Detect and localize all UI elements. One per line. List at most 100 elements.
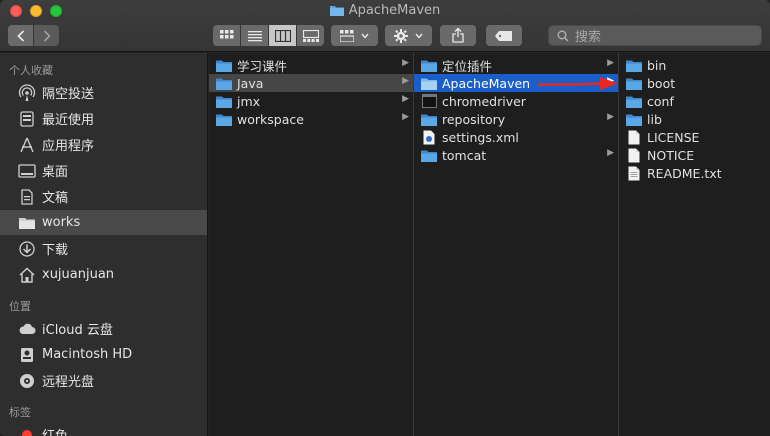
share-icon	[452, 28, 464, 43]
tag-button[interactable]	[486, 25, 522, 46]
sidebar-item-documents[interactable]: 文稿	[0, 184, 207, 209]
item-name: settings.xml	[442, 129, 519, 145]
sidebar-item-label: 隔空投送	[42, 87, 95, 102]
disclosure-arrow-icon: ▶	[607, 58, 614, 68]
sidebar-item-home[interactable]: xujuanjuan	[0, 262, 207, 287]
documents-icon	[18, 188, 36, 206]
item-name: LICENSE	[647, 129, 700, 145]
item-name: ApacheMaven	[442, 75, 531, 91]
item-name: workspace	[237, 111, 304, 127]
optical-disc-icon	[18, 372, 36, 390]
item-name: 定位插件	[442, 58, 493, 74]
sidebar-section-locations: 位置	[9, 300, 31, 313]
window-title-area: ApacheMaven	[0, 3, 770, 20]
folder-icon	[329, 4, 344, 20]
chevron-down-icon	[415, 33, 423, 39]
list-item[interactable]: settings.xml	[414, 128, 618, 146]
folder-icon	[626, 112, 642, 126]
list-item[interactable]: repository ▶	[414, 110, 618, 128]
sidebar-item-downloads[interactable]: 下载	[0, 236, 207, 261]
folder-icon	[216, 94, 232, 108]
gallery-view-button[interactable]	[297, 25, 324, 46]
document-icon	[626, 130, 642, 144]
column-view-button[interactable]	[269, 25, 296, 46]
sidebar-item-label: 红色	[42, 425, 68, 436]
list-item[interactable]: LICENSE	[619, 128, 770, 146]
applications-icon	[18, 136, 36, 154]
sidebar: 个人收藏 隔空投送 最近使用 应用程序 桌面 文稿 works 下载 xujua…	[0, 53, 208, 436]
group-by-button[interactable]	[331, 25, 378, 46]
window-title: ApacheMaven	[348, 3, 441, 18]
sidebar-item-label: 远程光盘	[42, 375, 95, 390]
sidebar-item-desktop[interactable]: 桌面	[0, 158, 207, 183]
executable-icon	[421, 94, 437, 108]
sidebar-section-tags: 标签	[9, 406, 31, 419]
disclosure-arrow-icon: ▶	[607, 112, 614, 122]
grid-icon	[219, 29, 233, 38]
gear-icon	[394, 28, 408, 43]
sidebar-item-airdrop[interactable]: 隔空投送	[0, 80, 207, 105]
home-icon	[18, 266, 36, 284]
sidebar-item-recents[interactable]: 最近使用	[0, 106, 207, 131]
list-item[interactable]: workspace ▶	[209, 110, 413, 128]
forward-button[interactable]	[34, 25, 59, 46]
sidebar-section-favorites: 个人收藏	[9, 64, 53, 77]
list-item[interactable]: lib	[619, 110, 770, 128]
share-button[interactable]	[440, 25, 476, 46]
list-item[interactable]: Java ▶	[209, 74, 413, 92]
icloud-icon	[18, 320, 36, 338]
folder-icon	[18, 214, 36, 232]
list-item[interactable]: 学习课件 ▶	[209, 56, 413, 74]
item-name: boot	[647, 75, 676, 91]
list-item[interactable]: 定位插件 ▶	[414, 56, 618, 74]
view-mode-buttons	[213, 25, 324, 46]
item-name: tomcat	[442, 147, 487, 163]
chevron-left-icon	[16, 29, 24, 42]
search-placeholder: 搜索	[575, 30, 602, 45]
disclosure-arrow-icon: ▶	[402, 94, 409, 104]
sidebar-item-macintosh-hd[interactable]: Macintosh HD	[0, 342, 207, 367]
item-name: conf	[647, 93, 674, 109]
list-item[interactable]: NOTICE	[619, 146, 770, 164]
search-icon	[557, 30, 569, 42]
list-view-button[interactable]	[241, 25, 268, 46]
folder-icon	[421, 112, 437, 126]
icon-view-button[interactable]	[213, 25, 240, 46]
list-item[interactable]: chromedriver	[414, 92, 618, 110]
disclosure-arrow-icon: ▶	[402, 58, 409, 68]
action-menu-button[interactable]	[385, 25, 432, 46]
folder-icon	[421, 76, 437, 90]
sidebar-item-works[interactable]: works	[0, 210, 207, 235]
disclosure-arrow-icon: ▶	[607, 148, 614, 158]
folder-icon	[421, 58, 437, 72]
sidebar-item-icloud[interactable]: iCloud 云盘	[0, 316, 207, 341]
tag-icon	[495, 30, 512, 41]
folder-icon	[626, 76, 642, 90]
list-icon	[247, 30, 262, 41]
sidebar-item-tag-red[interactable]: 红色	[0, 422, 207, 436]
desktop-icon	[18, 162, 36, 180]
tag-dot-icon	[18, 426, 36, 436]
sidebar-item-label: 文稿	[42, 191, 69, 206]
list-item[interactable]: README.txt	[619, 164, 770, 182]
back-button[interactable]	[8, 25, 33, 46]
item-name: Java	[237, 75, 264, 91]
sidebar-item-applications[interactable]: 应用程序	[0, 132, 207, 157]
list-item[interactable]: conf	[619, 92, 770, 110]
list-item[interactable]: jmx ▶	[209, 92, 413, 110]
list-item[interactable]: boot	[619, 74, 770, 92]
navigation-buttons	[8, 25, 59, 46]
browser-column-2: 定位插件 ▶ ApacheMaven ▶ chromedriver reposi…	[414, 53, 619, 436]
group-grid-icon	[340, 29, 354, 42]
search-field[interactable]: 搜索	[548, 25, 762, 46]
item-name: lib	[647, 111, 662, 127]
titlebar: ApacheMaven 搜索	[0, 0, 770, 52]
item-name: bin	[647, 57, 667, 73]
sidebar-item-label: xujuanjuan	[42, 267, 115, 282]
folder-icon	[216, 76, 232, 90]
document-icon	[626, 148, 642, 162]
list-item[interactable]: tomcat ▶	[414, 146, 618, 164]
gallery-icon	[302, 29, 319, 42]
sidebar-item-remote-disc[interactable]: 远程光盘	[0, 368, 207, 393]
list-item[interactable]: bin	[619, 56, 770, 74]
